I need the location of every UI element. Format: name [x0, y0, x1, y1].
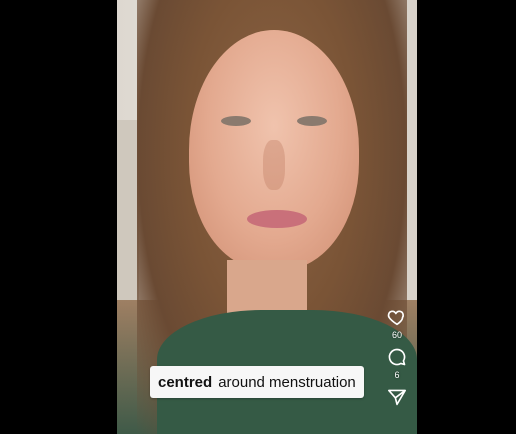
comment-action[interactable]: 6	[386, 346, 408, 380]
right-eye	[297, 116, 327, 126]
comment-icon[interactable]	[386, 346, 408, 368]
subtitle-caption: centred around menstruation	[150, 366, 364, 398]
comment-count: 6	[394, 370, 400, 380]
like-action[interactable]: 60	[386, 306, 408, 340]
caption-highlight-word: centred	[158, 373, 213, 391]
share-action[interactable]	[386, 386, 408, 408]
caption-text: around menstruation	[218, 373, 356, 391]
send-icon[interactable]	[386, 386, 408, 408]
side-action-bar: 60 6	[382, 306, 412, 414]
video-viewport: centred around menstruation 60 6	[0, 0, 516, 434]
like-count: 60	[391, 330, 402, 340]
heart-icon[interactable]	[386, 306, 408, 328]
mouth	[247, 210, 307, 228]
person-face	[189, 30, 359, 270]
left-eye	[221, 116, 251, 126]
background-door	[117, 120, 139, 300]
nose	[263, 140, 285, 190]
